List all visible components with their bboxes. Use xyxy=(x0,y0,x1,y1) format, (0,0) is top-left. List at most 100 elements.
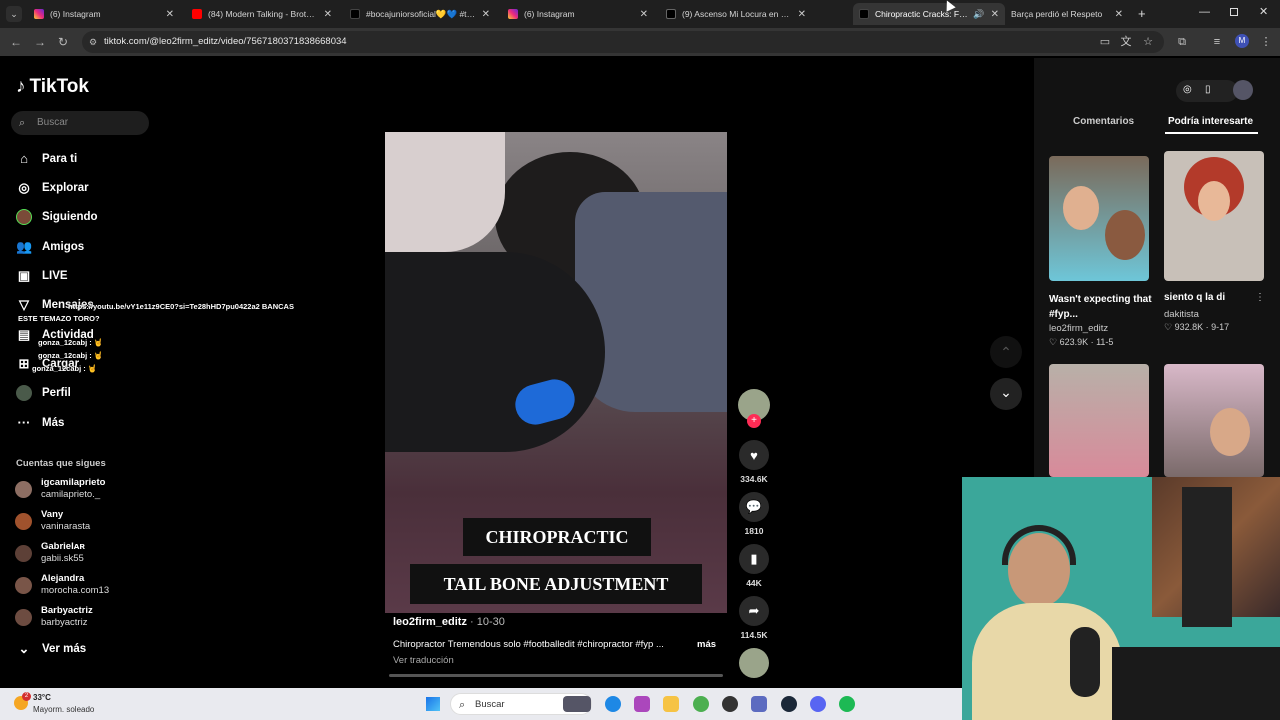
close-icon[interactable]: ✕ xyxy=(1115,9,1123,20)
tiktok-note-icon: ♪ xyxy=(16,76,26,97)
extensions-icon[interactable]: ⧉ xyxy=(1176,36,1188,48)
card-author[interactable]: dakitista xyxy=(1164,309,1199,320)
tab-underline xyxy=(1165,132,1258,134)
speaker-icon[interactable]: 🔊 xyxy=(973,9,984,20)
account-item[interactable]: igcamilaprieto camilaprieto._ xyxy=(15,477,155,503)
tab-tiktok-boca[interactable]: #bocajuniorsoficial💛💙 #titul ✕ xyxy=(344,3,496,25)
teams-icon[interactable] xyxy=(751,696,767,712)
nav-perfil[interactable]: Perfil xyxy=(16,385,71,401)
creator-avatar-button[interactable]: + xyxy=(738,389,770,428)
translate-button[interactable]: Ver traducción xyxy=(393,655,454,666)
tab-comments[interactable]: Comentarios xyxy=(1073,116,1134,127)
device-icon[interactable]: ▯ xyxy=(1205,84,1211,95)
nav-label: Explorar xyxy=(42,182,89,194)
tab-youtube[interactable]: (84) Modern Talking - Brother L ✕ xyxy=(186,3,338,25)
url-input[interactable]: ⚙ tiktok.com/@leo2firm_editz/video/75671… xyxy=(82,31,1164,53)
account-item[interactable]: Gabrielᴀʀ gabii.sk55 xyxy=(15,541,155,567)
card-title[interactable]: siento q la di xyxy=(1164,292,1225,303)
more-button[interactable]: más xyxy=(697,639,716,650)
start-icon[interactable] xyxy=(426,697,440,711)
nav-mas[interactable]: ··· Más xyxy=(16,415,65,430)
close-icon[interactable]: ✕ xyxy=(640,9,648,20)
tiktok-logo[interactable]: ♪ TikTok xyxy=(16,76,89,98)
search-highlight-icon[interactable] xyxy=(563,696,591,712)
thumbnail-face xyxy=(1063,186,1099,230)
copilot-icon[interactable] xyxy=(634,696,650,712)
search-icon: ⌕ xyxy=(459,699,466,711)
translate-icon[interactable]: 文 xyxy=(1120,36,1132,48)
file-explorer-icon[interactable] xyxy=(663,696,679,712)
tab-instagram-1[interactable]: (6) Instagram ✕ xyxy=(28,3,180,25)
nav-amigos[interactable]: 👥 Amigos xyxy=(16,239,84,255)
tab-bar: ⌄ (6) Instagram ✕ (84) Modern Talking - … xyxy=(0,0,1280,28)
site-info-icon[interactable]: ⚙ xyxy=(89,31,97,53)
account-item[interactable]: Vany vaninarasta xyxy=(15,509,155,535)
taskbar-search-label: Buscar xyxy=(475,699,505,710)
profile-avatar[interactable]: M xyxy=(1235,34,1249,48)
media-controls-icon[interactable]: ≡ xyxy=(1211,36,1223,48)
card-title[interactable]: Wasn't expecting that #fyp... xyxy=(1049,292,1153,322)
kebab-menu-icon[interactable]: ⋮ xyxy=(1260,36,1272,48)
forward-icon[interactable]: → xyxy=(34,35,46,49)
steam-icon[interactable] xyxy=(781,696,797,712)
search-placeholder: Buscar xyxy=(37,117,69,128)
share-button[interactable]: ➦ 114.5K xyxy=(738,596,770,640)
close-icon[interactable]: ✕ xyxy=(482,9,490,20)
new-tab-icon[interactable]: + xyxy=(1138,6,1146,21)
app-icon[interactable] xyxy=(722,696,738,712)
back-icon[interactable]: ← xyxy=(10,35,22,49)
user-avatar[interactable] xyxy=(1233,80,1253,100)
tab-tiktok-chiro[interactable]: Chiropractic Cracks: Footb 🔊 ✕ xyxy=(853,3,1005,25)
see-more-button[interactable]: ⌄ Ver más xyxy=(16,641,87,657)
close-icon[interactable]: ✕ xyxy=(798,9,806,20)
minimize-icon[interactable]: — xyxy=(1199,6,1210,18)
account-item[interactable]: Barbyactriz barbyactriz xyxy=(15,605,155,631)
nav-explorar[interactable]: ◎ Explorar xyxy=(16,180,89,196)
scroll-up-button[interactable]: ⌃ xyxy=(990,336,1022,368)
close-window-icon[interactable]: ✕ xyxy=(1259,5,1268,18)
explore-icon[interactable]: ◎ xyxy=(1183,84,1192,95)
restore-icon[interactable] xyxy=(1230,8,1238,16)
scroll-down-button[interactable]: ⌄ xyxy=(990,378,1022,410)
search-input[interactable]: ⌕ Buscar xyxy=(11,111,149,135)
nav-siguiendo[interactable]: Siguiendo xyxy=(16,209,98,225)
video-player[interactable]: CHIROPRACTIC TAIL BONE ADJUSTMENT xyxy=(385,132,727,613)
save-button[interactable]: ▮ 44K xyxy=(738,544,770,588)
card-author[interactable]: leo2firm_editz xyxy=(1049,323,1108,334)
close-icon[interactable]: ✕ xyxy=(991,9,999,20)
tab-tiktok-barca[interactable]: Barça perdió el Respeto ✕ xyxy=(1005,3,1129,25)
follow-plus-icon[interactable]: + xyxy=(747,414,761,428)
nav-live[interactable]: ▣ LIVE xyxy=(16,268,68,284)
like-button[interactable]: ♥ 334.6K xyxy=(738,440,770,484)
tab-x[interactable]: (9) Ascenso Mi Locura en X: "ht ✕ xyxy=(660,3,812,25)
install-icon[interactable]: ▭ xyxy=(1099,36,1111,48)
tab-instagram-2[interactable]: (6) Instagram ✕ xyxy=(502,3,654,25)
sound-disc-button[interactable] xyxy=(738,648,770,678)
tab-list-icon[interactable]: ⌄ xyxy=(6,6,22,22)
account-item[interactable]: Alejandra morocha.com13 xyxy=(15,573,155,599)
tiktok-icon xyxy=(350,9,360,19)
video-progress-bar[interactable] xyxy=(389,674,723,677)
thumbnail-card-1[interactable] xyxy=(1049,156,1149,281)
video-author[interactable]: leo2firm_editz · 10-30 xyxy=(393,616,505,628)
thumbnail-card-4[interactable] xyxy=(1164,364,1264,477)
close-icon[interactable]: ✕ xyxy=(324,9,332,20)
edge-icon[interactable] xyxy=(605,696,621,712)
chat-line: ESTE TEMAZO TORO? xyxy=(18,314,100,323)
thumbnail-card-2[interactable] xyxy=(1164,151,1264,281)
discord-icon[interactable] xyxy=(810,696,826,712)
thumbnail-card-3[interactable] xyxy=(1049,364,1149,477)
search-icon: ⌕ xyxy=(19,117,26,129)
bookmark-star-icon[interactable]: ☆ xyxy=(1142,36,1154,48)
desk-shape xyxy=(1112,647,1280,720)
nav-para-ti[interactable]: ⌂ Para ti xyxy=(16,151,77,166)
spotify-icon[interactable] xyxy=(839,696,855,712)
chrome-icon[interactable] xyxy=(693,696,709,712)
close-icon[interactable]: ✕ xyxy=(166,9,174,20)
tab-interest[interactable]: Podría interesarte xyxy=(1168,116,1253,127)
comment-button[interactable]: 💬 1810 xyxy=(738,492,770,536)
card-menu-icon[interactable]: ⋮ xyxy=(1255,292,1265,303)
reload-icon[interactable]: ↻ xyxy=(58,35,68,49)
avatar xyxy=(15,609,32,626)
headphones-icon xyxy=(1002,525,1076,565)
